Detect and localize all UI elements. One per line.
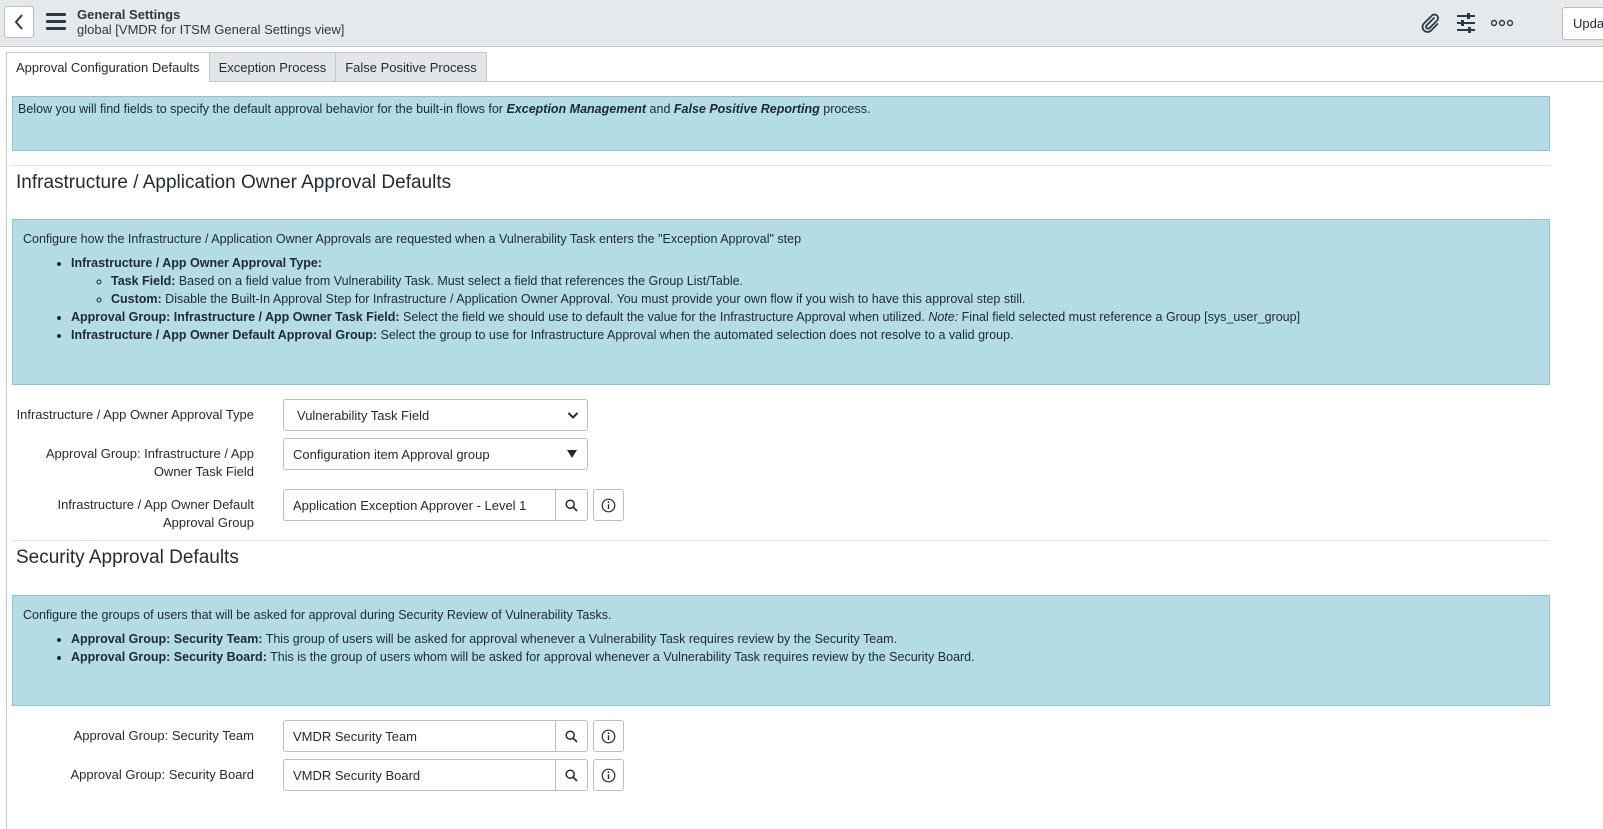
- list-item: Task Field: Based on a field value from …: [111, 272, 1539, 290]
- default-group-info-button[interactable]: [593, 489, 624, 521]
- infra-info-box: Configure how the Infrastructure / Appli…: [12, 219, 1550, 385]
- chevron-down-icon: [567, 412, 579, 419]
- hamburger-menu-icon[interactable]: [46, 13, 66, 31]
- bullet-text: Select the field we should use to defaul…: [399, 310, 929, 324]
- task-field-value: Configuration item Approval group: [293, 447, 490, 462]
- tab-approval-configuration-defaults[interactable]: Approval Configuration Defaults: [6, 52, 210, 82]
- title-block: General Settings global [VMDR for ITSM G…: [77, 7, 344, 37]
- page-subtitle: global [VMDR for ITSM General Settings v…: [77, 22, 345, 37]
- info-icon: [601, 729, 616, 743]
- search-icon: [565, 498, 578, 512]
- default-group-lookup-button[interactable]: [555, 489, 588, 521]
- task-field-select[interactable]: Configuration item Approval group: [283, 438, 588, 470]
- intro-text-and: and: [646, 102, 674, 116]
- security-team-label: Approval Group: Security Team: [73, 728, 254, 743]
- bullet-text: This group of users will be asked for ap…: [262, 632, 898, 646]
- form-header: General Settings global [VMDR for ITSM G…: [0, 0, 1603, 47]
- info-icon: [601, 768, 616, 782]
- intro-text: Below you will find fields to specify th…: [18, 102, 507, 116]
- security-team-input[interactable]: VMDR Security Team: [283, 720, 556, 752]
- info-icon: [601, 498, 616, 512]
- page-title: General Settings: [77, 7, 181, 22]
- triangle-down-icon: [567, 450, 577, 458]
- bullet-text: Based on a field value from Vulnerabilit…: [175, 274, 744, 288]
- intro-text-end: process.: [819, 102, 871, 116]
- bullet-label: Approval Group: Security Board:: [71, 650, 267, 664]
- bullet-text: Final field selected must reference a Gr…: [958, 310, 1301, 324]
- back-arrow-icon: [14, 14, 23, 30]
- section-title-security: Security Approval Defaults: [16, 547, 239, 568]
- search-icon: [565, 768, 578, 782]
- approval-type-label: Infrastructure / App Owner Approval Type: [16, 407, 255, 422]
- default-group-label: Infrastructure / App Owner Default Appro…: [57, 497, 254, 530]
- list-item: Custom: Disable the Built-In Approval St…: [111, 290, 1539, 308]
- divider: [12, 540, 1550, 541]
- infra-info-list: Infrastructure / App Owner Approval Type…: [23, 254, 1539, 344]
- search-icon: [565, 729, 578, 743]
- bullet-label: Approval Group: Security Team:: [71, 632, 263, 646]
- list-item: Approval Group: Infrastructure / App Own…: [71, 308, 1539, 326]
- back-button[interactable]: [4, 6, 34, 38]
- bullet-text: Select the group to use for Infrastructu…: [377, 328, 1014, 342]
- security-info-list: Approval Group: Security Team: This grou…: [23, 630, 1539, 666]
- security-board-lookup-button[interactable]: [555, 759, 588, 791]
- security-info-intro: Configure the groups of users that will …: [23, 608, 612, 622]
- intro-info-box: Below you will find fields to specify th…: [12, 96, 1550, 151]
- more-options-button[interactable]: [1489, 10, 1515, 36]
- infra-info-intro: Configure how the Infrastructure / Appli…: [23, 232, 802, 246]
- bullet-label: Task Field:: [111, 274, 176, 288]
- default-group-input[interactable]: Application Exception Approver - Level 1: [283, 489, 556, 521]
- security-team-info-button[interactable]: [593, 720, 624, 752]
- update-button[interactable]: Updat: [1562, 7, 1603, 40]
- more-options-icon: [1491, 19, 1513, 27]
- intro-emphasis-exception: Exception Management: [506, 102, 647, 116]
- list-item: Approval Group: Security Board: This is …: [71, 648, 1539, 666]
- bullet-text: Disable the Built-In Approval Step for I…: [161, 292, 1026, 306]
- security-board-info-button[interactable]: [593, 759, 624, 791]
- bullet-label: Infrastructure / App Owner Approval Type…: [71, 256, 322, 270]
- list-item: Infrastructure / App Owner Default Appro…: [71, 326, 1539, 344]
- paperclip-icon: [1421, 13, 1439, 33]
- attachment-button[interactable]: [1417, 10, 1443, 36]
- tab-false-positive-process[interactable]: False Positive Process: [335, 52, 487, 82]
- security-team-lookup-button[interactable]: [555, 720, 588, 752]
- settings-sliders-icon: [1457, 13, 1475, 33]
- list-item: Approval Group: Security Team: This grou…: [71, 630, 1539, 648]
- bullet-note: Note:: [928, 310, 959, 324]
- tab-exception-process[interactable]: Exception Process: [208, 52, 337, 82]
- bullet-label: Custom:: [111, 292, 162, 306]
- list-item: Infrastructure / App Owner Approval Type…: [71, 254, 1539, 308]
- section-title-infrastructure: Infrastructure / Application Owner Appro…: [16, 172, 452, 193]
- intro-emphasis-false-positive: False Positive Reporting: [673, 102, 820, 116]
- security-board-label: Approval Group: Security Board: [70, 767, 254, 782]
- bullet-text: This is the group of users whom will be …: [266, 650, 975, 664]
- tab-bar: Approval Configuration Defaults Exceptio…: [6, 52, 487, 82]
- security-board-input[interactable]: VMDR Security Board: [283, 759, 556, 791]
- task-field-label: Approval Group: Infrastructure / App Own…: [45, 446, 254, 479]
- bullet-label: Approval Group: Infrastructure / App Own…: [71, 310, 400, 324]
- bullet-label: Infrastructure / App Owner Default Appro…: [71, 328, 378, 342]
- approval-type-value: Vulnerability Task Field: [297, 408, 430, 423]
- divider: [12, 165, 1550, 166]
- approval-type-select[interactable]: Vulnerability Task Field: [283, 399, 588, 431]
- security-info-box: Configure the groups of users that will …: [12, 595, 1550, 706]
- personalize-form-button[interactable]: [1453, 10, 1479, 36]
